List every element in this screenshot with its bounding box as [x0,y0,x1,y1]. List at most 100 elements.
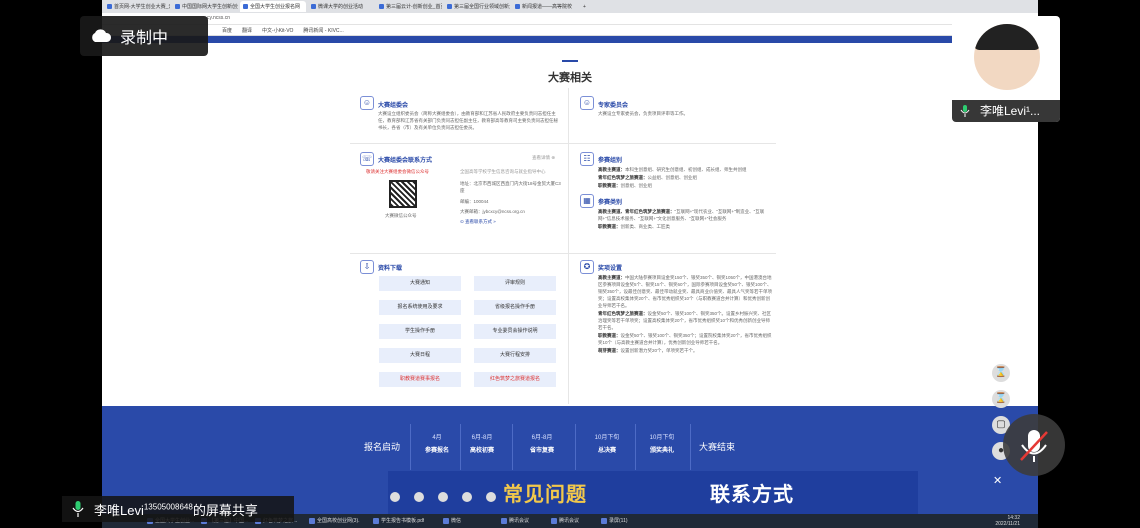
download-button[interactable]: 报名系统使用及要求 [379,300,461,315]
contact-link-banner[interactable]: 联系方式 [710,478,794,507]
info-value: 设置创新潜力奖20个，单项奖若干个。 [620,348,698,353]
mute-button[interactable] [1003,414,1065,476]
camera-thumbnail[interactable]: 李唯Levi¹... [952,16,1060,122]
timeline-date: 10月下旬 [649,435,675,441]
screen-share-label: 李唯Levi13505008648的屏幕共享 [62,496,294,522]
timeline-date: 6月-8月 [471,435,493,441]
carousel-dot[interactable] [414,492,424,502]
qr-code-image [389,180,417,208]
address-bar[interactable]: cy.ncss.cn [102,13,1038,25]
favicon-icon [175,4,180,9]
download-button[interactable]: 学生操作手册 [379,324,461,339]
timeline-date: 报名启动 [363,442,400,452]
tab-label: + [583,3,586,10]
bookmark-item[interactable]: 中文-小Kit-VO [262,27,293,34]
tab-label: 第三届云计-创新创业_首页 [386,4,442,10]
carousel-dot[interactable] [486,492,496,502]
qr-caption: 大赛微信公众号 [385,213,417,218]
taskbar-item[interactable]: 全国高校创业网(3)... [308,516,360,526]
share-caption: 的屏幕共享 [192,502,258,518]
browser-tab[interactable]: 新闻报道——高等院校 [512,1,578,12]
title-accent [562,60,578,62]
cloud-icon [92,29,112,42]
info-value: 创新类、商业类、工匠类 [620,224,671,229]
download-button[interactable]: 专业委员会操作说明 [474,324,556,339]
url-text[interactable]: cy.ncss.cn [207,15,230,21]
carousel-dot[interactable] [462,492,472,502]
share-text: 李唯Levi13505008648的屏幕共享 [94,500,258,519]
bookmarks-bar: 百度 翻译 中文-小Kit-VO 腾讯新闻 - KIVC... [102,25,1038,36]
experts-icon: ☺ [580,96,594,110]
share-name: 李唯Levi [94,502,144,518]
contact-title: 大赛组委会联系方式 [378,158,433,164]
avatar [974,24,1040,90]
committee-text: 大赛设立组织委员会（简称大赛组委会），由教育部和江苏省人民政府主要负责同志担任主… [378,111,558,130]
info-line: 职教赛道：创新类、商业类、工匠类 [598,223,768,230]
experts-text: 大赛设立专家委员会，负责项目评审等工作。 [598,111,688,116]
faq-link[interactable]: 常见问题 [503,478,587,507]
carousel-dots[interactable] [390,492,510,502]
taskbar-item[interactable]: 腾讯会议 [500,516,552,526]
favicon-icon [243,4,248,9]
categories-title: 参赛类别 [598,200,623,206]
web-page: 大赛相关 ☺ 大赛组委会 大赛设立组织委员会（简称大赛组委会），由教育部和江苏省… [102,36,1038,514]
taskbar-item[interactable]: 微信 [442,516,494,526]
clock-date: 2022/11/21 [995,521,1020,527]
awards-text: 高教主赛道：中国大陆参赛项目设金奖150个、银奖350个、铜奖1050个，中国港… [598,274,772,355]
close-icon[interactable]: ✕ [993,474,1002,487]
download-button[interactable]: 大赛行程安排 [474,348,556,363]
browser-tab[interactable]: 首页网-大学生创业大赛_开... [104,1,170,12]
taskbar-item[interactable]: 学生报告书模板.pdf... [372,516,424,526]
info-value: 公益组、创意组、创业组 [647,175,698,180]
browser-tab[interactable]: 中国国际网大学生创新创业大... [172,1,238,12]
taskbar-item[interactable]: 腾讯会议 [550,516,602,526]
download-button[interactable]: 职教赛道赛事报名 [379,372,461,387]
info-key: 高教主赛道： [598,275,625,280]
categories-text: 高教主赛道、青年红色筑梦之旅赛道："互联网+"现代农业、"互联网+"制造业、"互… [598,208,768,231]
info-value: 本科生创意组、研究生创意组、初创组、成长组、师生共创组 [625,167,747,172]
timeline-item: 10月下旬 总决赛 [577,432,637,454]
downloads-title: 资料下载 [378,266,403,272]
bookmark-item[interactable]: 腾讯新闻 - KIVC... [303,27,343,34]
clock[interactable]: 14:32 2022/11/21 [995,515,1020,527]
download-button[interactable]: 大赛日程 [379,348,461,363]
info-key: 职教赛道： [598,333,621,338]
favicon-icon [447,4,452,9]
download-button[interactable]: 评审规则 [474,276,556,291]
browser-tab[interactable]: 第三届全国行业领域创新大赛 [444,1,510,12]
timeline-date: 10月下旬 [594,435,620,441]
contact-more-link[interactable]: 查看详情 ⊕ [532,154,555,161]
contact-org: 全国高等学校学生信息咨询与就业指导中心 [460,169,546,174]
mic-icon [960,105,970,117]
carousel-dot[interactable] [390,492,400,502]
favicon-icon [311,4,316,9]
hourglass-icon-2[interactable]: ⌛ [992,390,1010,408]
recording-indicator[interactable]: 录制中 [80,16,208,56]
info-line: 职教赛道：创意组、创业组 [598,182,768,189]
tab-label: 微课大学的创业活动 [318,4,364,10]
hourglass-icon[interactable]: ⌛ [992,364,1010,382]
info-line: 高教主赛道：本科生创意组、研究生创意组、初创组、成长组、师生共创组 [598,166,768,173]
bookmark-item[interactable]: 百度 [222,27,232,34]
browser-tab[interactable]: 第三届云计-创新创业_首页 [376,1,442,12]
contact-link[interactable]: ⊙ 查看联系方式 » [460,218,496,225]
recording-label: 录制中 [120,30,169,47]
browser-tab[interactable]: 微课大学的创业活动 [308,1,374,12]
mic-muted-icon [1020,430,1048,462]
taskbar-item[interactable]: 录屏(11) [600,516,652,526]
browser-tab[interactable]: 全国大学生创业报名网 [240,1,306,12]
committee-title: 大赛组委会 [378,103,409,109]
download-button[interactable]: 省级报名操作手册 [474,300,556,315]
page-top-bar [102,36,1038,43]
tab-label: 首页网-大学生创业大赛_开... [114,4,170,10]
tab-label: 全国大学生创业报名网 [250,4,301,10]
info-key: 高教主赛道、青年红色筑梦之旅赛道： [598,209,675,214]
download-button[interactable]: 大赛通知 [379,276,461,291]
favicon-icon [515,4,520,9]
info-key: 职教赛道： [598,183,621,188]
timeline-item: 10月下旬 颁奖典礼 [632,432,692,454]
download-button[interactable]: 红色筑梦之旅赛道报名 [474,372,556,387]
carousel-dot[interactable] [438,492,448,502]
bookmark-item[interactable]: 翻译 [242,27,252,34]
browser-tab[interactable]: + [580,1,592,12]
